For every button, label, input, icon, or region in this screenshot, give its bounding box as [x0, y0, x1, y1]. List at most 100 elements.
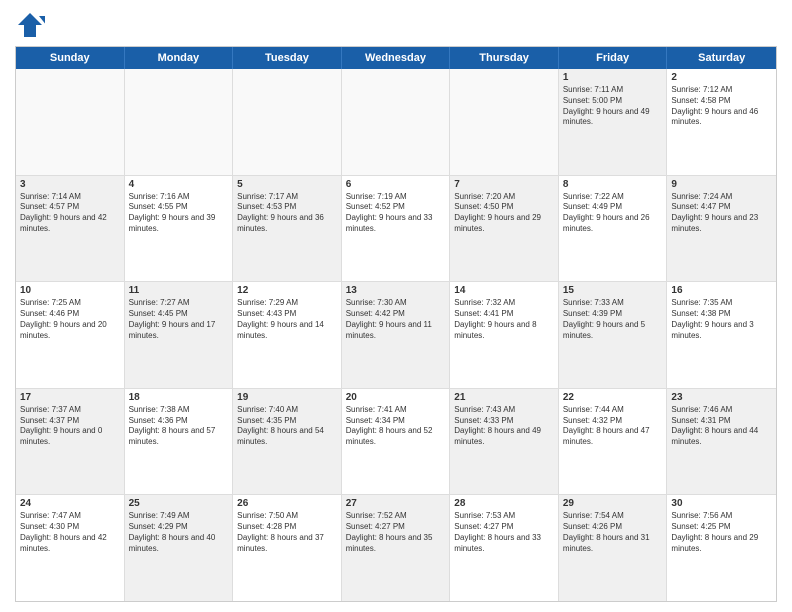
- weekday-header-monday: Monday: [125, 47, 234, 69]
- day-cell-15: 15 Sunrise: 7:33 AM Sunset: 4:39 PM Dayli…: [559, 282, 668, 388]
- day-detail: Sunrise: 7:11 AM Sunset: 5:00 PM Dayligh…: [563, 85, 663, 128]
- day-number: 25: [129, 498, 229, 509]
- day-detail: Sunrise: 7:38 AM Sunset: 4:36 PM Dayligh…: [129, 405, 229, 448]
- empty-cell-0-3: [342, 69, 451, 175]
- day-number: 10: [20, 285, 120, 296]
- day-cell-28: 28Sunrise: 7:53 AM Sunset: 4:27 PM Dayli…: [450, 495, 559, 601]
- day-number: 19: [237, 392, 337, 403]
- day-cell-1: 1 Sunrise: 7:11 AM Sunset: 5:00 PM Daylig…: [559, 69, 668, 175]
- day-cell-9: 9 Sunrise: 7:24 AM Sunset: 4:47 PM Daylig…: [667, 176, 776, 282]
- day-detail: Sunrise: 7:25 AM Sunset: 4:46 PM Dayligh…: [20, 298, 120, 341]
- day-detail: Sunrise: 7:32 AM Sunset: 4:41 PM Dayligh…: [454, 298, 554, 341]
- calendar-body: 1 Sunrise: 7:11 AM Sunset: 5:00 PM Daylig…: [16, 69, 776, 601]
- day-cell-24: 24 Sunrise: 7:47 AM Sunset: 4:30 PM Dayli…: [16, 495, 125, 601]
- day-number: 6: [346, 179, 446, 190]
- day-detail: Sunrise: 7:43 AM Sunset: 4:33 PM Dayligh…: [454, 405, 554, 448]
- day-cell-13: 13 Sunrise: 7:30 AM Sunset: 4:42 PM Dayli…: [342, 282, 451, 388]
- day-detail: Sunrise: 7:47 AM Sunset: 4:30 PM Dayligh…: [20, 511, 120, 554]
- day-number: 7: [454, 179, 554, 190]
- empty-cell-0-1: [125, 69, 234, 175]
- day-number: 17: [20, 392, 120, 403]
- day-number: 9: [671, 179, 772, 190]
- day-detail: Sunrise: 7:52 AM Sunset: 4:27 PM Dayligh…: [346, 511, 446, 554]
- weekday-header-thursday: Thursday: [450, 47, 559, 69]
- day-detail: Sunrise: 7:41 AM Sunset: 4:34 PM Dayligh…: [346, 405, 446, 448]
- day-cell-12: 12 Sunrise: 7:29 AM Sunset: 4:43 PM Dayli…: [233, 282, 342, 388]
- day-cell-16: 16 Sunrise: 7:35 AM Sunset: 4:38 PM Dayli…: [667, 282, 776, 388]
- day-detail: Sunrise: 7:35 AM Sunset: 4:38 PM Dayligh…: [671, 298, 772, 341]
- calendar-row-2: 10 Sunrise: 7:25 AM Sunset: 4:46 PM Dayli…: [16, 282, 776, 389]
- day-cell-20: 20 Sunrise: 7:41 AM Sunset: 4:34 PM Dayli…: [342, 389, 451, 495]
- day-detail: Sunrise: 7:37 AM Sunset: 4:37 PM Dayligh…: [20, 405, 120, 448]
- weekday-header-wednesday: Wednesday: [342, 47, 451, 69]
- day-number: 26: [237, 498, 337, 509]
- day-number: 14: [454, 285, 554, 296]
- page: SundayMondayTuesdayWednesdayThursdayFrid…: [0, 0, 792, 612]
- day-detail: Sunrise: 7:20 AM Sunset: 4:50 PM Dayligh…: [454, 192, 554, 235]
- day-detail: Sunrise: 7:14 AM Sunset: 4:57 PM Dayligh…: [20, 192, 120, 235]
- day-number: 5: [237, 179, 337, 190]
- header: [15, 10, 777, 40]
- empty-cell-0-4: [450, 69, 559, 175]
- day-cell-17: 17 Sunrise: 7:37 AM Sunset: 4:37 PM Dayli…: [16, 389, 125, 495]
- day-detail: Sunrise: 7:19 AM Sunset: 4:52 PM Dayligh…: [346, 192, 446, 235]
- day-detail: Sunrise: 7:27 AM Sunset: 4:45 PM Dayligh…: [129, 298, 229, 341]
- calendar: SundayMondayTuesdayWednesdayThursdayFrid…: [15, 46, 777, 602]
- weekday-header-tuesday: Tuesday: [233, 47, 342, 69]
- day-cell-10: 10 Sunrise: 7:25 AM Sunset: 4:46 PM Dayli…: [16, 282, 125, 388]
- day-number: 30: [671, 498, 772, 509]
- day-cell-26: 26 Sunrise: 7:50 AM Sunset: 4:28 PM Dayli…: [233, 495, 342, 601]
- day-number: 18: [129, 392, 229, 403]
- day-cell-30: 30 Sunrise: 7:56 AM Sunset: 4:25 PM Dayli…: [667, 495, 776, 601]
- day-number: 24: [20, 498, 120, 509]
- day-number: 3: [20, 179, 120, 190]
- day-cell-19: 19Sunrise: 7:40 AM Sunset: 4:35 PM Dayli…: [233, 389, 342, 495]
- day-cell-29: 29 Sunrise: 7:54 AM Sunset: 4:26 PM Dayli…: [559, 495, 668, 601]
- logo: [15, 10, 49, 40]
- day-detail: Sunrise: 7:24 AM Sunset: 4:47 PM Dayligh…: [671, 192, 772, 235]
- day-detail: Sunrise: 7:22 AM Sunset: 4:49 PM Dayligh…: [563, 192, 663, 235]
- day-detail: Sunrise: 7:33 AM Sunset: 4:39 PM Dayligh…: [563, 298, 663, 341]
- day-number: 12: [237, 285, 337, 296]
- calendar-row-1: 3 Sunrise: 7:14 AM Sunset: 4:57 PM Daylig…: [16, 176, 776, 283]
- day-detail: Sunrise: 7:12 AM Sunset: 4:58 PM Dayligh…: [671, 85, 772, 128]
- day-cell-22: 22Sunrise: 7:44 AM Sunset: 4:32 PM Dayli…: [559, 389, 668, 495]
- day-number: 15: [563, 285, 663, 296]
- day-number: 13: [346, 285, 446, 296]
- day-detail: Sunrise: 7:30 AM Sunset: 4:42 PM Dayligh…: [346, 298, 446, 341]
- day-cell-3: 3 Sunrise: 7:14 AM Sunset: 4:57 PM Daylig…: [16, 176, 125, 282]
- day-number: 23: [671, 392, 772, 403]
- day-detail: Sunrise: 7:17 AM Sunset: 4:53 PM Dayligh…: [237, 192, 337, 235]
- day-cell-14: 14 Sunrise: 7:32 AM Sunset: 4:41 PM Dayli…: [450, 282, 559, 388]
- day-cell-18: 18 Sunrise: 7:38 AM Sunset: 4:36 PM Dayli…: [125, 389, 234, 495]
- day-detail: Sunrise: 7:46 AM Sunset: 4:31 PM Dayligh…: [671, 405, 772, 448]
- day-detail: Sunrise: 7:56 AM Sunset: 4:25 PM Dayligh…: [671, 511, 772, 554]
- empty-cell-0-0: [16, 69, 125, 175]
- day-number: 29: [563, 498, 663, 509]
- day-number: 2: [671, 72, 772, 83]
- day-detail: Sunrise: 7:54 AM Sunset: 4:26 PM Dayligh…: [563, 511, 663, 554]
- calendar-row-0: 1 Sunrise: 7:11 AM Sunset: 5:00 PM Daylig…: [16, 69, 776, 176]
- weekday-header-friday: Friday: [559, 47, 668, 69]
- logo-icon: [15, 10, 45, 40]
- day-number: 28: [454, 498, 554, 509]
- day-cell-6: 6 Sunrise: 7:19 AM Sunset: 4:52 PM Daylig…: [342, 176, 451, 282]
- day-number: 1: [563, 72, 663, 83]
- day-detail: Sunrise: 7:50 AM Sunset: 4:28 PM Dayligh…: [237, 511, 337, 554]
- day-cell-23: 23 Sunrise: 7:46 AM Sunset: 4:31 PM Dayli…: [667, 389, 776, 495]
- day-cell-4: 4Sunrise: 7:16 AM Sunset: 4:55 PM Daylig…: [125, 176, 234, 282]
- day-cell-11: 11 Sunrise: 7:27 AM Sunset: 4:45 PM Dayli…: [125, 282, 234, 388]
- day-detail: Sunrise: 7:44 AM Sunset: 4:32 PM Dayligh…: [563, 405, 663, 448]
- day-cell-8: 8Sunrise: 7:22 AM Sunset: 4:49 PM Daylig…: [559, 176, 668, 282]
- day-cell-7: 7 Sunrise: 7:20 AM Sunset: 4:50 PM Daylig…: [450, 176, 559, 282]
- day-detail: Sunrise: 7:49 AM Sunset: 4:29 PM Dayligh…: [129, 511, 229, 554]
- day-number: 11: [129, 285, 229, 296]
- calendar-header: SundayMondayTuesdayWednesdayThursdayFrid…: [16, 47, 776, 69]
- day-cell-21: 21 Sunrise: 7:43 AM Sunset: 4:33 PM Dayli…: [450, 389, 559, 495]
- day-cell-27: 27 Sunrise: 7:52 AM Sunset: 4:27 PM Dayli…: [342, 495, 451, 601]
- day-detail: Sunrise: 7:29 AM Sunset: 4:43 PM Dayligh…: [237, 298, 337, 341]
- day-number: 20: [346, 392, 446, 403]
- day-number: 21: [454, 392, 554, 403]
- day-number: 16: [671, 285, 772, 296]
- day-number: 27: [346, 498, 446, 509]
